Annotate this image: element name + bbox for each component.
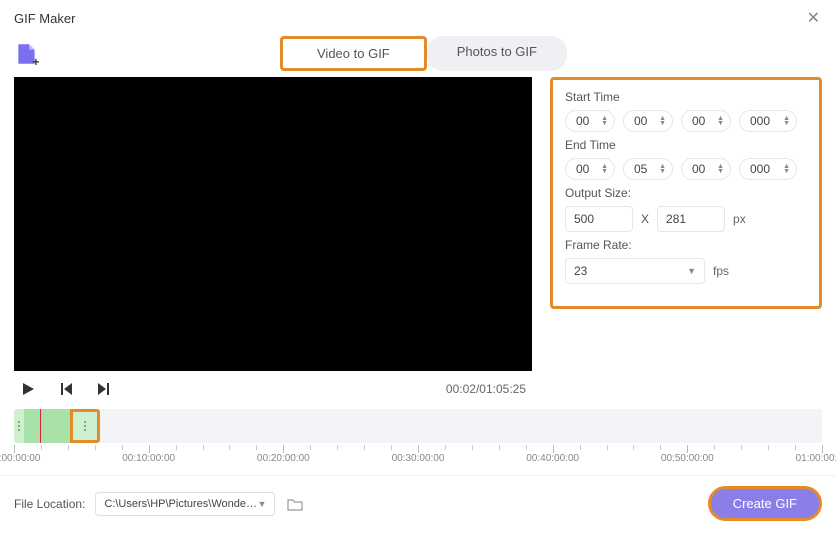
tab-video-to-gif[interactable]: Video to GIF — [280, 36, 427, 71]
framerate-unit: fps — [713, 264, 729, 278]
timeline-track[interactable] — [14, 409, 822, 443]
video-preview[interactable] — [14, 77, 532, 371]
framerate-label: Frame Rate: — [565, 238, 807, 252]
framerate-select[interactable]: 23 ▼ — [565, 258, 705, 284]
play-button[interactable] — [20, 381, 36, 397]
settings-panel: Start Time 00▲▼ 00▲▼ 00▲▼ 000▲▼ End Time… — [550, 77, 822, 309]
output-height-input[interactable] — [657, 206, 725, 232]
chevron-down-icon: ▼ — [257, 499, 266, 509]
start-sec-stepper[interactable]: 00▲▼ — [681, 110, 731, 132]
dimension-separator: X — [641, 212, 649, 226]
end-time-label: End Time — [565, 138, 807, 152]
end-min-stepper[interactable]: 05▲▼ — [623, 158, 673, 180]
close-icon[interactable]: ✕ — [803, 6, 824, 30]
output-size-label: Output Size: — [565, 186, 807, 200]
playback-time: 00:02/01:05:25 — [446, 382, 526, 396]
window-title: GIF Maker — [14, 11, 75, 26]
start-min-stepper[interactable]: 00▲▼ — [623, 110, 673, 132]
file-location-label: File Location: — [14, 497, 85, 511]
output-width-input[interactable] — [565, 206, 633, 232]
tab-photos-to-gif[interactable]: Photos to GIF — [427, 36, 567, 71]
file-location-select[interactable]: C:\Users\HP\Pictures\Wondersh ▼ — [95, 492, 275, 516]
selection-handle-right[interactable] — [70, 409, 100, 443]
start-time-label: Start Time — [565, 90, 807, 104]
playhead[interactable] — [40, 409, 41, 443]
prev-button[interactable] — [58, 381, 74, 397]
tick-label: 00:00:00:00 — [0, 453, 40, 464]
start-hour-stepper[interactable]: 00▲▼ — [565, 110, 615, 132]
end-sec-stepper[interactable]: 00▲▼ — [681, 158, 731, 180]
next-button[interactable] — [96, 381, 112, 397]
svg-text:+: + — [32, 54, 39, 66]
chevron-down-icon: ▼ — [687, 266, 696, 276]
create-gif-button[interactable]: Create GIF — [708, 486, 822, 521]
selection-handle-left[interactable] — [14, 409, 24, 443]
tick-label: 00:30:00:00 — [392, 453, 445, 464]
tick-label: 00:50:00:00 — [661, 453, 714, 464]
tick-label: 01:00:00:00 — [796, 453, 836, 464]
size-unit: px — [733, 212, 746, 226]
start-ms-stepper[interactable]: 000▲▼ — [739, 110, 797, 132]
browse-folder-button[interactable] — [283, 493, 307, 515]
app-logo-icon: + — [14, 41, 40, 67]
end-ms-stepper[interactable]: 000▲▼ — [739, 158, 797, 180]
tick-label: 00:40:00:00 — [526, 453, 579, 464]
tick-label: 00:20:00:00 — [257, 453, 310, 464]
timeline-ruler: 00:00:00:0000:10:00:0000:20:00:0000:30:0… — [14, 445, 822, 471]
tick-label: 00:10:00:00 — [122, 453, 175, 464]
end-hour-stepper[interactable]: 00▲▼ — [565, 158, 615, 180]
